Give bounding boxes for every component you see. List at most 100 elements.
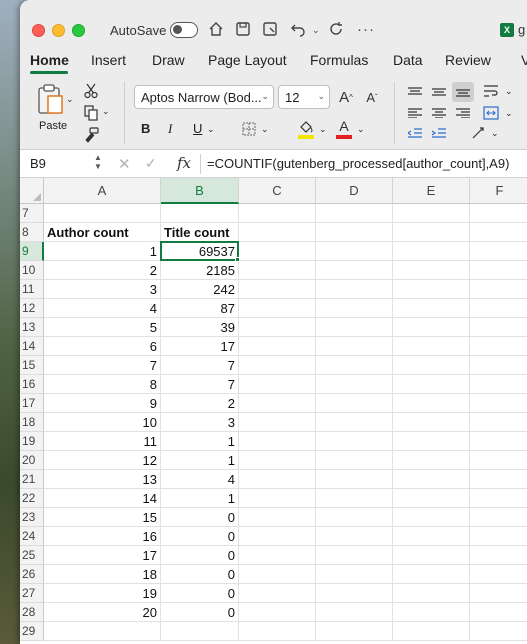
- align-left-icon[interactable]: [405, 106, 425, 120]
- select-all-button[interactable]: [20, 178, 44, 204]
- cell-d[interactable]: [316, 527, 393, 546]
- column-header-d[interactable]: D: [316, 178, 393, 204]
- cell-f[interactable]: [470, 318, 527, 337]
- cell-e[interactable]: [393, 527, 470, 546]
- cell-f[interactable]: [470, 565, 527, 584]
- cell-e[interactable]: [393, 413, 470, 432]
- undo-icon[interactable]: [288, 19, 308, 39]
- row-header[interactable]: 8: [20, 223, 44, 242]
- row-header[interactable]: 27: [20, 584, 44, 603]
- cell-d[interactable]: [316, 318, 393, 337]
- row-header[interactable]: 15: [20, 356, 44, 375]
- cell-a[interactable]: [44, 204, 161, 223]
- cell-f[interactable]: [470, 375, 527, 394]
- cell-e[interactable]: [393, 204, 470, 223]
- cell-b[interactable]: 242: [161, 280, 239, 299]
- cell-e[interactable]: [393, 622, 470, 641]
- cell-d[interactable]: [316, 299, 393, 318]
- cell-a[interactable]: 8: [44, 375, 161, 394]
- cell-d[interactable]: [316, 280, 393, 299]
- cell-a[interactable]: 13: [44, 470, 161, 489]
- row-header[interactable]: 19: [20, 432, 44, 451]
- wrap-text-dropdown-chevron-icon[interactable]: ⌄: [505, 86, 513, 97]
- cell-b[interactable]: 1: [161, 489, 239, 508]
- cell-f[interactable]: [470, 242, 527, 261]
- formula-input[interactable]: =COUNTIF(gutenberg_processed[author_coun…: [207, 156, 509, 171]
- cell-d[interactable]: [316, 242, 393, 261]
- row-header[interactable]: 23: [20, 508, 44, 527]
- cell-c[interactable]: [239, 603, 316, 622]
- column-header-e[interactable]: E: [393, 178, 470, 204]
- name-box-stepper-icon[interactable]: ▲ ▼: [94, 153, 102, 171]
- cell-f[interactable]: [470, 508, 527, 527]
- cell-d[interactable]: [316, 261, 393, 280]
- cell-c[interactable]: [239, 318, 316, 337]
- cell-a[interactable]: 20: [44, 603, 161, 622]
- cell-b[interactable]: 3: [161, 413, 239, 432]
- cell-a[interactable]: 11: [44, 432, 161, 451]
- minimize-window-button[interactable]: [52, 24, 65, 37]
- cell-f[interactable]: [470, 451, 527, 470]
- cell-c[interactable]: [239, 527, 316, 546]
- cell-e[interactable]: [393, 584, 470, 603]
- row-header[interactable]: 28: [20, 603, 44, 622]
- merge-center-icon[interactable]: [480, 104, 502, 122]
- cell-f[interactable]: [470, 261, 527, 280]
- cell-f[interactable]: [470, 223, 527, 242]
- cell-e[interactable]: [393, 261, 470, 280]
- column-header-a[interactable]: A: [44, 178, 161, 204]
- cell-b[interactable]: 0: [161, 508, 239, 527]
- zoom-window-button[interactable]: [72, 24, 85, 37]
- cell-e[interactable]: [393, 223, 470, 242]
- cell-a[interactable]: [44, 622, 161, 641]
- cell-e[interactable]: [393, 337, 470, 356]
- cell-a[interactable]: 16: [44, 527, 161, 546]
- borders-dropdown-chevron-icon[interactable]: ⌄: [261, 124, 269, 135]
- tab-review[interactable]: Review: [445, 52, 491, 68]
- cell-e[interactable]: [393, 356, 470, 375]
- home-icon[interactable]: [206, 19, 226, 39]
- cell-b[interactable]: 7: [161, 375, 239, 394]
- tab-data[interactable]: Data: [393, 52, 423, 68]
- tab-view[interactable]: Vi: [521, 52, 527, 68]
- save-icon[interactable]: [233, 19, 253, 39]
- cell-e[interactable]: [393, 489, 470, 508]
- cell-f[interactable]: [470, 413, 527, 432]
- cell-d[interactable]: [316, 413, 393, 432]
- cell-e[interactable]: [393, 565, 470, 584]
- cell-d[interactable]: [316, 356, 393, 375]
- cell-a[interactable]: 1: [44, 242, 161, 261]
- row-header[interactable]: 24: [20, 527, 44, 546]
- cell-c[interactable]: [239, 432, 316, 451]
- cell-b[interactable]: 0: [161, 565, 239, 584]
- tab-formulas[interactable]: Formulas: [310, 52, 368, 68]
- decrease-indent-icon[interactable]: [405, 126, 425, 140]
- row-header[interactable]: 12: [20, 299, 44, 318]
- cell-d[interactable]: [316, 622, 393, 641]
- cell-a[interactable]: 4: [44, 299, 161, 318]
- copy-icon[interactable]: [82, 104, 100, 122]
- column-header-b[interactable]: B: [161, 178, 239, 204]
- more-icon[interactable]: ···: [356, 19, 376, 39]
- cell-d[interactable]: [316, 394, 393, 413]
- cell-c[interactable]: [239, 546, 316, 565]
- cell-b[interactable]: [161, 622, 239, 641]
- cell-f[interactable]: [470, 356, 527, 375]
- cell-e[interactable]: [393, 546, 470, 565]
- cell-d[interactable]: [316, 204, 393, 223]
- paste-icon[interactable]: [34, 82, 66, 116]
- cell-b[interactable]: 4: [161, 470, 239, 489]
- cell-b[interactable]: 0: [161, 603, 239, 622]
- cell-d[interactable]: [316, 432, 393, 451]
- row-header[interactable]: 29: [20, 622, 44, 641]
- cell-d[interactable]: [316, 470, 393, 489]
- tab-page-layout[interactable]: Page Layout: [208, 52, 287, 68]
- cell-f[interactable]: [470, 546, 527, 565]
- font-name-select[interactable]: Aptos Narrow (Bod... ⌄: [134, 85, 274, 109]
- redo-icon[interactable]: [326, 19, 346, 39]
- cell-d[interactable]: [316, 451, 393, 470]
- orientation-icon[interactable]: [468, 124, 490, 142]
- cell-c[interactable]: [239, 413, 316, 432]
- undo-dropdown-chevron-icon[interactable]: ⌄: [312, 25, 320, 36]
- font-color-button[interactable]: A: [334, 118, 354, 140]
